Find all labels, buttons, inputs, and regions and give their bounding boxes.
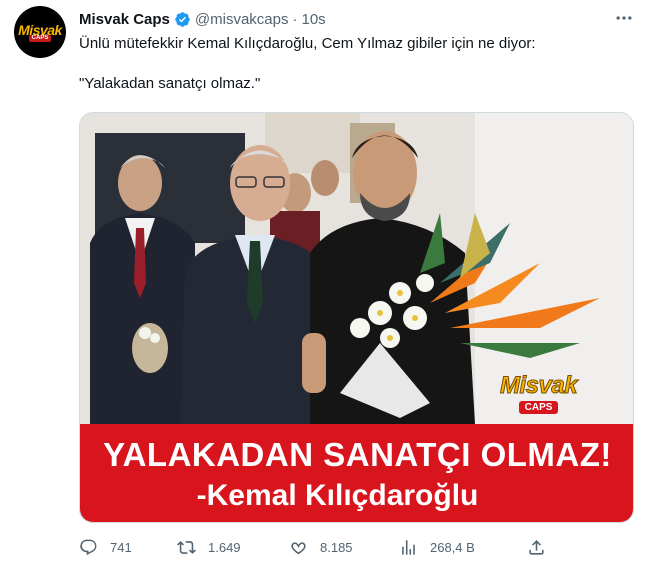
more-icon[interactable] xyxy=(614,8,634,28)
avatar[interactable]: Misvak CAPS xyxy=(14,6,66,58)
retweet-button[interactable]: 1.649 xyxy=(177,538,241,557)
tweet-text: Ünlü mütefekkir Kemal Kılıçdaroğlu, Cem … xyxy=(79,35,536,92)
reply-icon xyxy=(80,539,97,556)
reply-button[interactable]: 741 xyxy=(79,538,132,557)
author-name[interactable]: Misvak Caps xyxy=(79,11,170,28)
like-count: 8.185 xyxy=(320,540,353,555)
header-separator: · xyxy=(292,10,298,28)
tweet-time[interactable]: 10s xyxy=(301,11,325,28)
avatar-logo-subtext: CAPS xyxy=(28,34,52,42)
retweet-icon xyxy=(177,541,196,554)
banner-attribution: -Kemal Kılıçdaroğlu xyxy=(196,479,479,512)
quote-banner: YALAKADAN SANATÇI OLMAZ! -Kemal Kılıçdar… xyxy=(80,424,633,522)
share-icon xyxy=(529,540,544,555)
tweet-media[interactable]: Misvak CAPS YALAKADAN SANATÇI OLMAZ! -Ke… xyxy=(79,112,634,523)
tweet-header: Misvak Caps @misvakcaps · 10s xyxy=(79,9,326,29)
like-button[interactable]: 8.185 xyxy=(289,538,353,557)
like-icon xyxy=(291,542,306,555)
views-button[interactable]: 268,4 B xyxy=(399,538,475,557)
author-handle[interactable]: @misvakcaps xyxy=(195,11,289,28)
watermark-text: Misvak xyxy=(499,372,578,399)
share-button[interactable] xyxy=(527,538,558,557)
reply-count: 741 xyxy=(110,540,132,555)
views-icon xyxy=(402,540,415,555)
views-count: 268,4 B xyxy=(430,540,475,555)
watermark-subtext: CAPS xyxy=(518,401,559,414)
action-bar: 741 1.649 8.185 268,4 B xyxy=(79,538,639,560)
verified-badge-icon xyxy=(175,11,190,27)
retweet-count: 1.649 xyxy=(208,540,241,555)
watermark-logo: Misvak CAPS xyxy=(499,372,578,415)
banner-headline: YALAKADAN SANATÇI OLMAZ! xyxy=(103,436,612,473)
